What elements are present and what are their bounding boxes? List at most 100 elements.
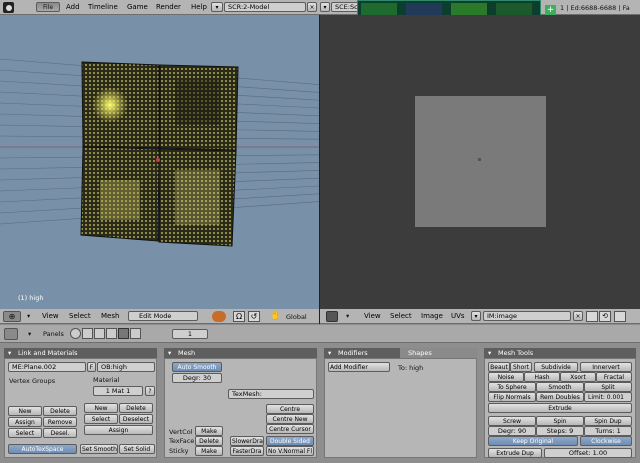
screen-browse-button[interactable]: ▾	[211, 2, 223, 12]
pin-icon[interactable]	[586, 311, 598, 322]
texface-delete-button[interactable]: Delete	[195, 436, 223, 446]
material-help-button[interactable]: ?	[145, 386, 155, 396]
cursor-3d-icon[interactable]	[156, 158, 160, 162]
centre-button[interactable]: Centre	[266, 404, 314, 414]
extrude-button[interactable]: Extrude	[488, 403, 632, 413]
limit-field[interactable]: Limit: 0.001	[584, 392, 632, 402]
split-button[interactable]: Split	[584, 382, 632, 392]
sticky-make-button[interactable]: Make	[195, 446, 223, 456]
set-solid-button[interactable]: Set Solid	[119, 444, 155, 454]
fractal-button[interactable]: Fractal	[596, 372, 632, 382]
keep-original-toggle[interactable]: Keep Original	[488, 436, 578, 446]
xsort-button[interactable]: Xsort	[560, 372, 596, 382]
auto-smooth-toggle[interactable]: Auto Smooth	[172, 362, 222, 372]
double-sided-toggle[interactable]: Double Sided	[266, 436, 314, 446]
mat-deselect-button[interactable]: Deselect	[119, 414, 153, 424]
image-close-button[interactable]: ×	[573, 311, 583, 321]
uv-cursor-icon[interactable]	[478, 158, 481, 161]
rem-doubles-button[interactable]: Rem Doubles	[536, 392, 584, 402]
uv-menu-uvs[interactable]: UVs	[451, 312, 465, 320]
uv-editor[interactable]	[320, 15, 640, 309]
orientation-select[interactable]: Global	[286, 313, 307, 321]
hand-icon[interactable]: ✋	[270, 311, 282, 322]
pivot-icon[interactable]: ↺	[248, 311, 260, 322]
steps-field[interactable]: Steps: 9	[536, 426, 584, 436]
uv-collapse-arrow-icon[interactable]: ▾	[346, 312, 349, 320]
screen-close-button[interactable]: ×	[307, 2, 317, 12]
editor-divider[interactable]	[319, 15, 320, 324]
mode-select[interactable]: Edit Mode	[128, 311, 198, 321]
hash-button[interactable]: Hash	[524, 372, 560, 382]
vg-assign-button[interactable]: Assign	[8, 417, 42, 427]
shading-context-icon[interactable]	[94, 328, 105, 339]
uv-menu-image[interactable]: Image	[421, 312, 443, 320]
menu-game[interactable]: Game	[127, 3, 148, 11]
degr-field[interactable]: Degr: 30	[172, 373, 222, 383]
spin-dup-button[interactable]: Spin Dup	[584, 416, 632, 426]
vg-deselect-button[interactable]: Desel.	[43, 428, 77, 438]
menu-view[interactable]: View	[42, 312, 59, 320]
editor-type-icon[interactable]: ⊕	[3, 311, 21, 322]
vg-select-button[interactable]: Select	[8, 428, 42, 438]
spin-degr-field[interactable]: Degr: 90	[488, 426, 536, 436]
script-context-icon[interactable]	[82, 328, 93, 339]
autotexspace-toggle[interactable]: AutoTexSpace	[8, 444, 77, 454]
mat-new-button[interactable]: New	[84, 403, 118, 413]
centre-new-button[interactable]: Centre New	[266, 414, 314, 424]
vg-new-button[interactable]: New	[8, 406, 42, 416]
editing-context-icon[interactable]	[118, 328, 129, 339]
scene-browse-button[interactable]: ▾	[320, 2, 330, 12]
lock-icon[interactable]	[614, 311, 626, 322]
vg-delete-button[interactable]: Delete	[43, 406, 77, 416]
material-slot-field[interactable]: 1 Mat 1	[93, 386, 143, 396]
menu-render[interactable]: Render	[156, 3, 181, 11]
slower-draw-button[interactable]: SlowerDra	[230, 436, 264, 446]
magnet-icon[interactable]: Ω	[233, 311, 245, 322]
sync-icon[interactable]: ⟲	[599, 311, 611, 322]
short-button[interactable]: Short	[510, 362, 532, 372]
modifiers-tab[interactable]: Modifiers	[324, 348, 400, 358]
faster-draw-button[interactable]: FasterDra	[230, 446, 264, 456]
add-modifier-button[interactable]: Add Modifier	[328, 362, 390, 372]
mesh-panel-title[interactable]: Mesh	[164, 348, 317, 358]
image-name-field[interactable]: IM:image	[483, 311, 571, 321]
turns-field[interactable]: Turns: 1	[584, 426, 632, 436]
screen-name-field[interactable]: SCR:2-Model	[224, 2, 306, 12]
mat-select-button[interactable]: Select	[84, 414, 118, 424]
screw-button[interactable]: Screw	[488, 416, 536, 426]
spin-button[interactable]: Spin	[536, 416, 584, 426]
subdivide-button[interactable]: Subdivide	[534, 362, 578, 372]
smooth-button[interactable]: Smooth	[536, 382, 584, 392]
vg-remove-button[interactable]: Remove	[43, 417, 77, 427]
panels-label[interactable]: Panels	[43, 330, 64, 338]
link-materials-title[interactable]: Link and Materials	[4, 348, 157, 358]
object-name-field[interactable]: OB:high	[97, 362, 155, 372]
buttons-editor-type-icon[interactable]	[4, 328, 18, 340]
flip-normals-button[interactable]: Flip Normals	[488, 392, 536, 402]
vertcol-make-button[interactable]: Make	[195, 426, 223, 436]
image-browse-button[interactable]: ▾	[471, 311, 481, 321]
scene-context-icon[interactable]	[130, 328, 141, 339]
blender-logo-icon[interactable]	[3, 2, 14, 13]
fake-user-button[interactable]: F	[87, 362, 96, 372]
menu-mesh[interactable]: Mesh	[101, 312, 119, 320]
viewport-3d[interactable]: (1) high	[0, 15, 319, 309]
menu-add[interactable]: Add	[66, 3, 80, 11]
object-context-icon[interactable]	[106, 328, 117, 339]
extrude-dup-button[interactable]: Extrude Dup	[488, 448, 542, 458]
buttons-collapse-arrow-icon[interactable]: ▾	[28, 330, 31, 338]
beauty-button[interactable]: Beaut	[488, 362, 510, 372]
clockwise-toggle[interactable]: Clockwise	[580, 436, 632, 446]
centre-cursor-button[interactable]: Centre Cursor	[266, 424, 314, 434]
menu-help[interactable]: Help	[191, 3, 207, 11]
mat-assign-button[interactable]: Assign	[84, 425, 153, 435]
menu-timeline[interactable]: Timeline	[88, 3, 118, 11]
frame-number-field[interactable]: 1	[172, 329, 208, 339]
to-sphere-button[interactable]: To Sphere	[488, 382, 536, 392]
noise-button[interactable]: Noise	[488, 372, 524, 382]
texmesh-field[interactable]: TexMesh:	[228, 389, 314, 399]
uv-menu-view[interactable]: View	[364, 312, 381, 320]
draw-type-icon[interactable]	[212, 311, 226, 322]
shapes-tab[interactable]: Shapes	[400, 348, 477, 358]
mesh-name-field[interactable]: ME:Plane.002	[8, 362, 86, 372]
